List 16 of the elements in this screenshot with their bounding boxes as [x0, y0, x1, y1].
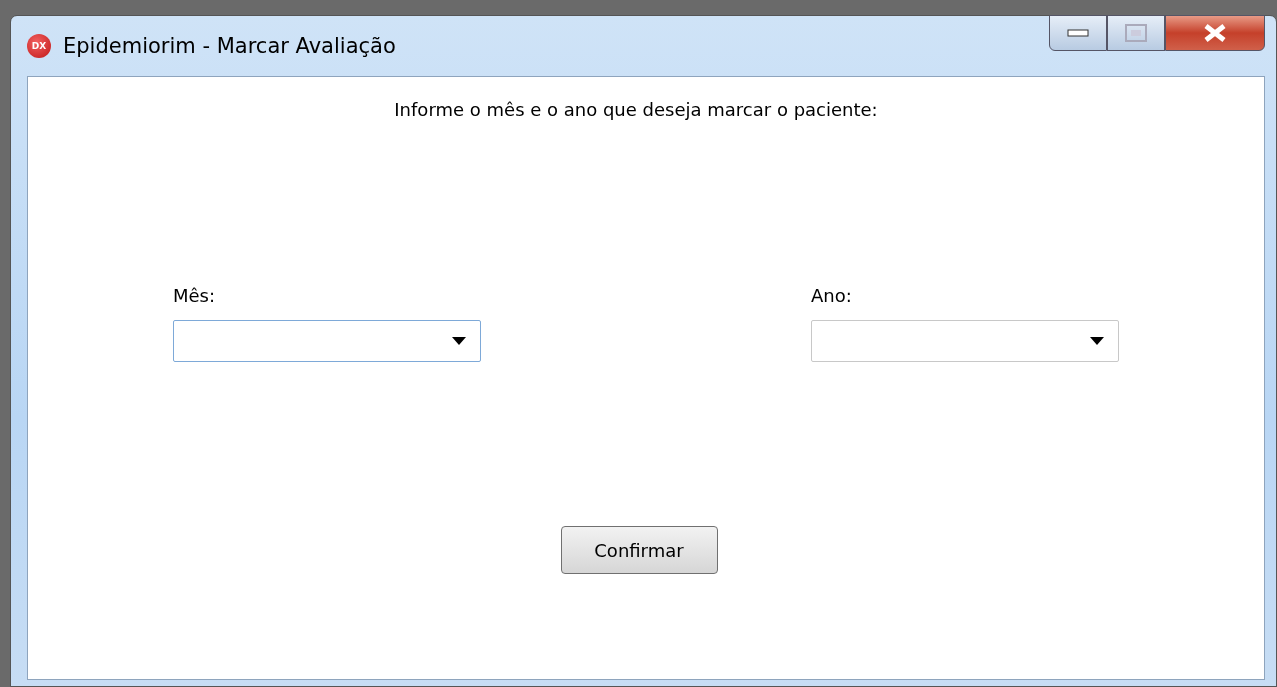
close-icon [1203, 24, 1227, 42]
instruction-text: Informe o mês e o ano que deseja marcar o paciente: [394, 99, 878, 120]
app-icon: DX [27, 34, 51, 58]
maximize-icon [1125, 24, 1147, 42]
confirm-button[interactable]: Confirmar [560, 526, 718, 574]
maximize-button[interactable] [1107, 15, 1165, 51]
close-button[interactable] [1165, 15, 1265, 51]
field-label: Mês: [173, 285, 217, 306]
minimize-icon [1067, 29, 1089, 37]
caret-icon [452, 337, 466, 345]
caret-icon [1090, 337, 1104, 345]
window-title: Epidemiorim - Marcar Avaliação [63, 34, 396, 58]
dropdown-field[interactable] [811, 320, 1119, 362]
dropdown-field[interactable] [173, 320, 481, 362]
minimize-button[interactable] [1049, 15, 1107, 51]
field-label: Ano: [811, 285, 853, 306]
